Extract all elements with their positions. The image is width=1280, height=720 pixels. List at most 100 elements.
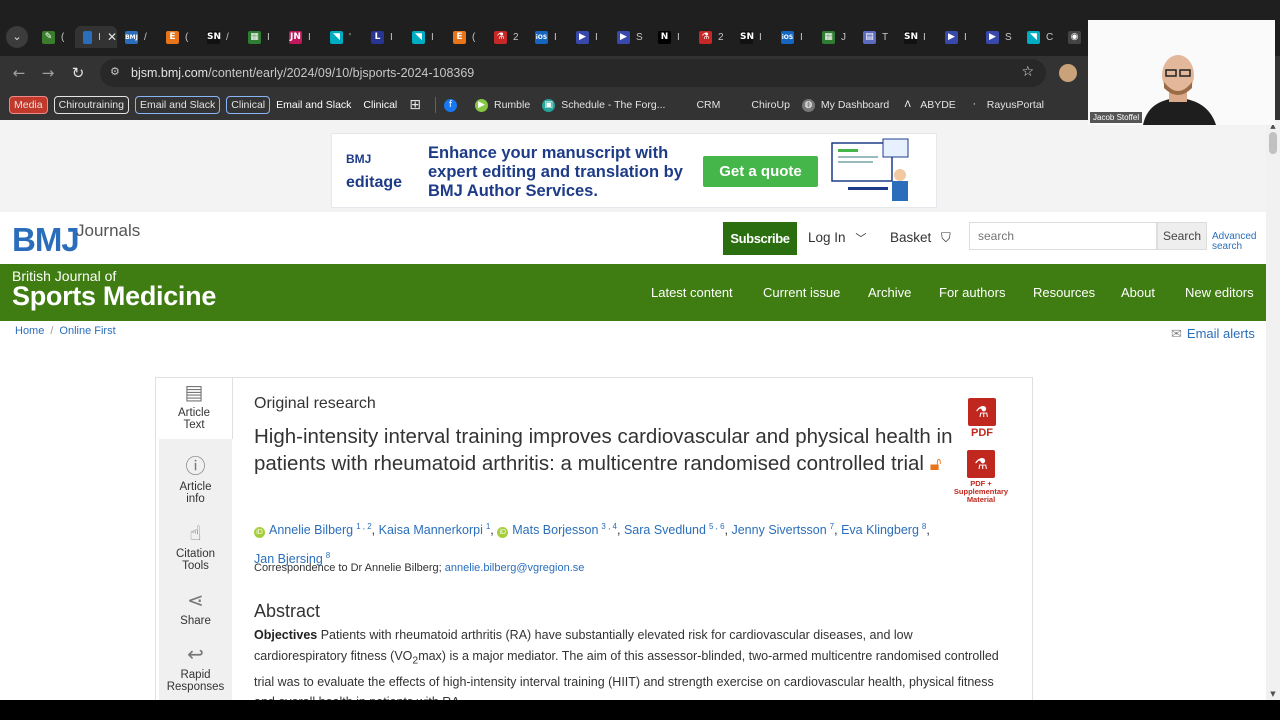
profile-avatar[interactable]	[1059, 64, 1077, 82]
bmj-logo[interactable]: BMJ	[12, 221, 80, 259]
forward-icon[interactable]: →	[39, 64, 57, 82]
browser-tab[interactable]: ▶ I	[937, 26, 978, 48]
browser-tab[interactable]: ◥ I	[404, 26, 445, 48]
nav-latest-content[interactable]: Latest content	[651, 285, 733, 300]
author-name[interactable]: Annelie Bilberg	[269, 523, 353, 537]
bookmark-folder[interactable]: Email and Slack	[134, 96, 221, 114]
browser-tab[interactable]: iOS I	[773, 26, 814, 48]
reload-icon[interactable]: ↻	[69, 64, 87, 82]
browser-tab[interactable]: I ✕	[75, 26, 117, 48]
browser-tab[interactable]: SN I	[896, 26, 937, 48]
browser-tab[interactable]: ▶ S	[609, 26, 650, 48]
author-affiliation[interactable]: 1 , 2	[356, 522, 372, 531]
nav-resources[interactable]: Resources	[1033, 285, 1095, 300]
browser-tab[interactable]: SN /	[199, 26, 240, 48]
breadcrumb-home[interactable]: Home	[15, 325, 44, 337]
browser-tab[interactable]: ▶ S	[978, 26, 1019, 48]
browser-tab[interactable]: ⚗ 2	[486, 26, 527, 48]
tool-share[interactable]: ⋖ Share	[159, 589, 232, 627]
tool-citation-tools[interactable]: ☝ Citation Tools	[159, 522, 232, 572]
login-button[interactable]: Log In ﹀	[808, 230, 866, 246]
browser-tab[interactable]: NI	[650, 26, 691, 48]
browser-tab[interactable]: ✎(	[34, 26, 75, 48]
ad-banner[interactable]: BMJ editage Enhance your manuscript with…	[331, 133, 937, 208]
journal-name-line2[interactable]: Sports Medicine	[12, 281, 216, 312]
page-scrollbar[interactable]: ▲ ▼	[1266, 120, 1280, 700]
breadcrumb-online-first[interactable]: Online First	[59, 325, 115, 337]
correspondence-email[interactable]: annelie.bilberg@vgregion.se	[445, 562, 585, 574]
author-name[interactable]: Sara Svedlund	[624, 523, 706, 537]
author-affiliation[interactable]: 3 , 4	[601, 522, 617, 531]
bookmark-link[interactable]: CRM	[677, 98, 720, 112]
journals-label[interactable]: Journals	[76, 221, 140, 241]
bookmark-folder[interactable]: Media	[9, 96, 48, 114]
author-name[interactable]: Mats Borjesson	[512, 523, 598, 537]
apps-grid-icon[interactable]: ⊞	[409, 97, 421, 113]
bookmark-link[interactable]: ▶ Rumble	[475, 98, 530, 112]
browser-tab[interactable]: iOS I	[527, 26, 568, 48]
bookmark-folder[interactable]: Chiroutraining	[53, 96, 129, 114]
browser-tab[interactable]: SN I	[732, 26, 773, 48]
pdf-icon: ⚗	[968, 398, 996, 426]
bookmark-star-icon[interactable]: ☆	[1021, 64, 1034, 80]
browser-tab[interactable]: ▤ T	[855, 26, 896, 48]
url-host: bjsm.bmj.com	[131, 66, 209, 80]
browser-tab[interactable]: E(	[158, 26, 199, 48]
tool-article-text[interactable]: ▤ Article Text	[156, 378, 233, 439]
search-button[interactable]: Search	[1157, 222, 1207, 250]
nav-new-editors[interactable]: New editors	[1185, 285, 1254, 300]
browser-tab[interactable]: ▦ I	[240, 26, 281, 48]
tab-search-button[interactable]: ⌄	[6, 26, 28, 48]
nav-about[interactable]: About	[1121, 285, 1155, 300]
pdf-supplementary-download[interactable]: ⚗ PDF + Supplementary Material	[951, 450, 1011, 504]
author-affiliation[interactable]: 5 , 6	[709, 522, 725, 531]
email-alerts-link[interactable]: ✉ Email alerts	[1171, 326, 1255, 342]
ad-bmj-logo: BMJ	[346, 152, 372, 166]
bookmark-label: Schedule - The Forg...	[561, 99, 666, 111]
tool-article-info[interactable]: ⓘ Article info	[159, 455, 232, 505]
bookmark-link[interactable]: ◍ My Dashboard	[801, 98, 889, 112]
site-settings-icon[interactable]: ⚙	[110, 66, 122, 78]
bookmark-link[interactable]: ▣ Schedule - The Forg...	[542, 98, 666, 112]
close-icon[interactable]: ✕	[107, 30, 117, 44]
back-icon[interactable]: ←	[10, 64, 28, 82]
browser-tab[interactable]: LI	[363, 26, 404, 48]
browser-tab[interactable]: ◥ C	[1019, 26, 1060, 48]
browser-tab[interactable]: ⚗ 2	[691, 26, 732, 48]
nav-current-issue[interactable]: Current issue	[763, 285, 840, 300]
browser-tab[interactable]: ▶ I	[568, 26, 609, 48]
address-bar[interactable]: ⚙ bjsm.bmj.com/content/early/2024/09/10/…	[100, 59, 1046, 87]
bookmark-link[interactable]: f	[444, 98, 463, 112]
search-input[interactable]	[969, 222, 1157, 250]
bookmark-link[interactable]: ChiroUp	[732, 98, 790, 112]
pdf2-line3: Material	[966, 495, 996, 504]
author-name[interactable]: Jenny Sivertsson	[731, 523, 826, 537]
orcid-icon[interactable]: iD	[497, 527, 509, 539]
tool-label: Article	[178, 407, 210, 419]
bookmark-link[interactable]: · RayusPortal	[967, 98, 1044, 112]
nav-for-authors[interactable]: For authors	[939, 285, 1005, 300]
advanced-search-link[interactable]: Advanced search	[1212, 232, 1256, 252]
tool-rapid-responses[interactable]: ↩ Rapid Responses	[159, 643, 232, 693]
author-name[interactable]: Kaisa Mannerkorpi	[379, 523, 483, 537]
browser-tab[interactable]: JN I	[281, 26, 322, 48]
scroll-down-icon[interactable]: ▼	[1269, 690, 1277, 698]
author-affiliation[interactable]: 8	[326, 551, 330, 560]
subscribe-button[interactable]: Subscribe	[723, 222, 797, 255]
pdf-download[interactable]: ⚗ PDF	[966, 398, 998, 439]
basket-button[interactable]: Basket ⛉	[890, 230, 951, 246]
nav-archive[interactable]: Archive	[868, 285, 911, 300]
browser-tab[interactable]: E(	[445, 26, 486, 48]
scroll-thumb[interactable]	[1269, 132, 1277, 154]
bookmark-link[interactable]: Λ ABYDE	[901, 98, 956, 112]
bookmark-folder[interactable]: Email and Slack	[276, 99, 351, 111]
author-name[interactable]: Eva Klingberg	[841, 523, 919, 537]
bookmark-folder[interactable]: Clinical	[363, 99, 397, 111]
get-a-quote-button[interactable]: Get a quote	[703, 156, 818, 187]
orcid-icon[interactable]: iD	[254, 527, 265, 539]
browser-tab[interactable]: ◥ '	[322, 26, 363, 48]
browser-tab[interactable]: BMJ /	[117, 26, 158, 48]
bookmark-folder[interactable]: Clinical	[226, 96, 271, 114]
browser-tab[interactable]: ▦ J	[814, 26, 855, 48]
abstract-text: Objectives Patients with rheumatoid arth…	[254, 625, 1002, 700]
